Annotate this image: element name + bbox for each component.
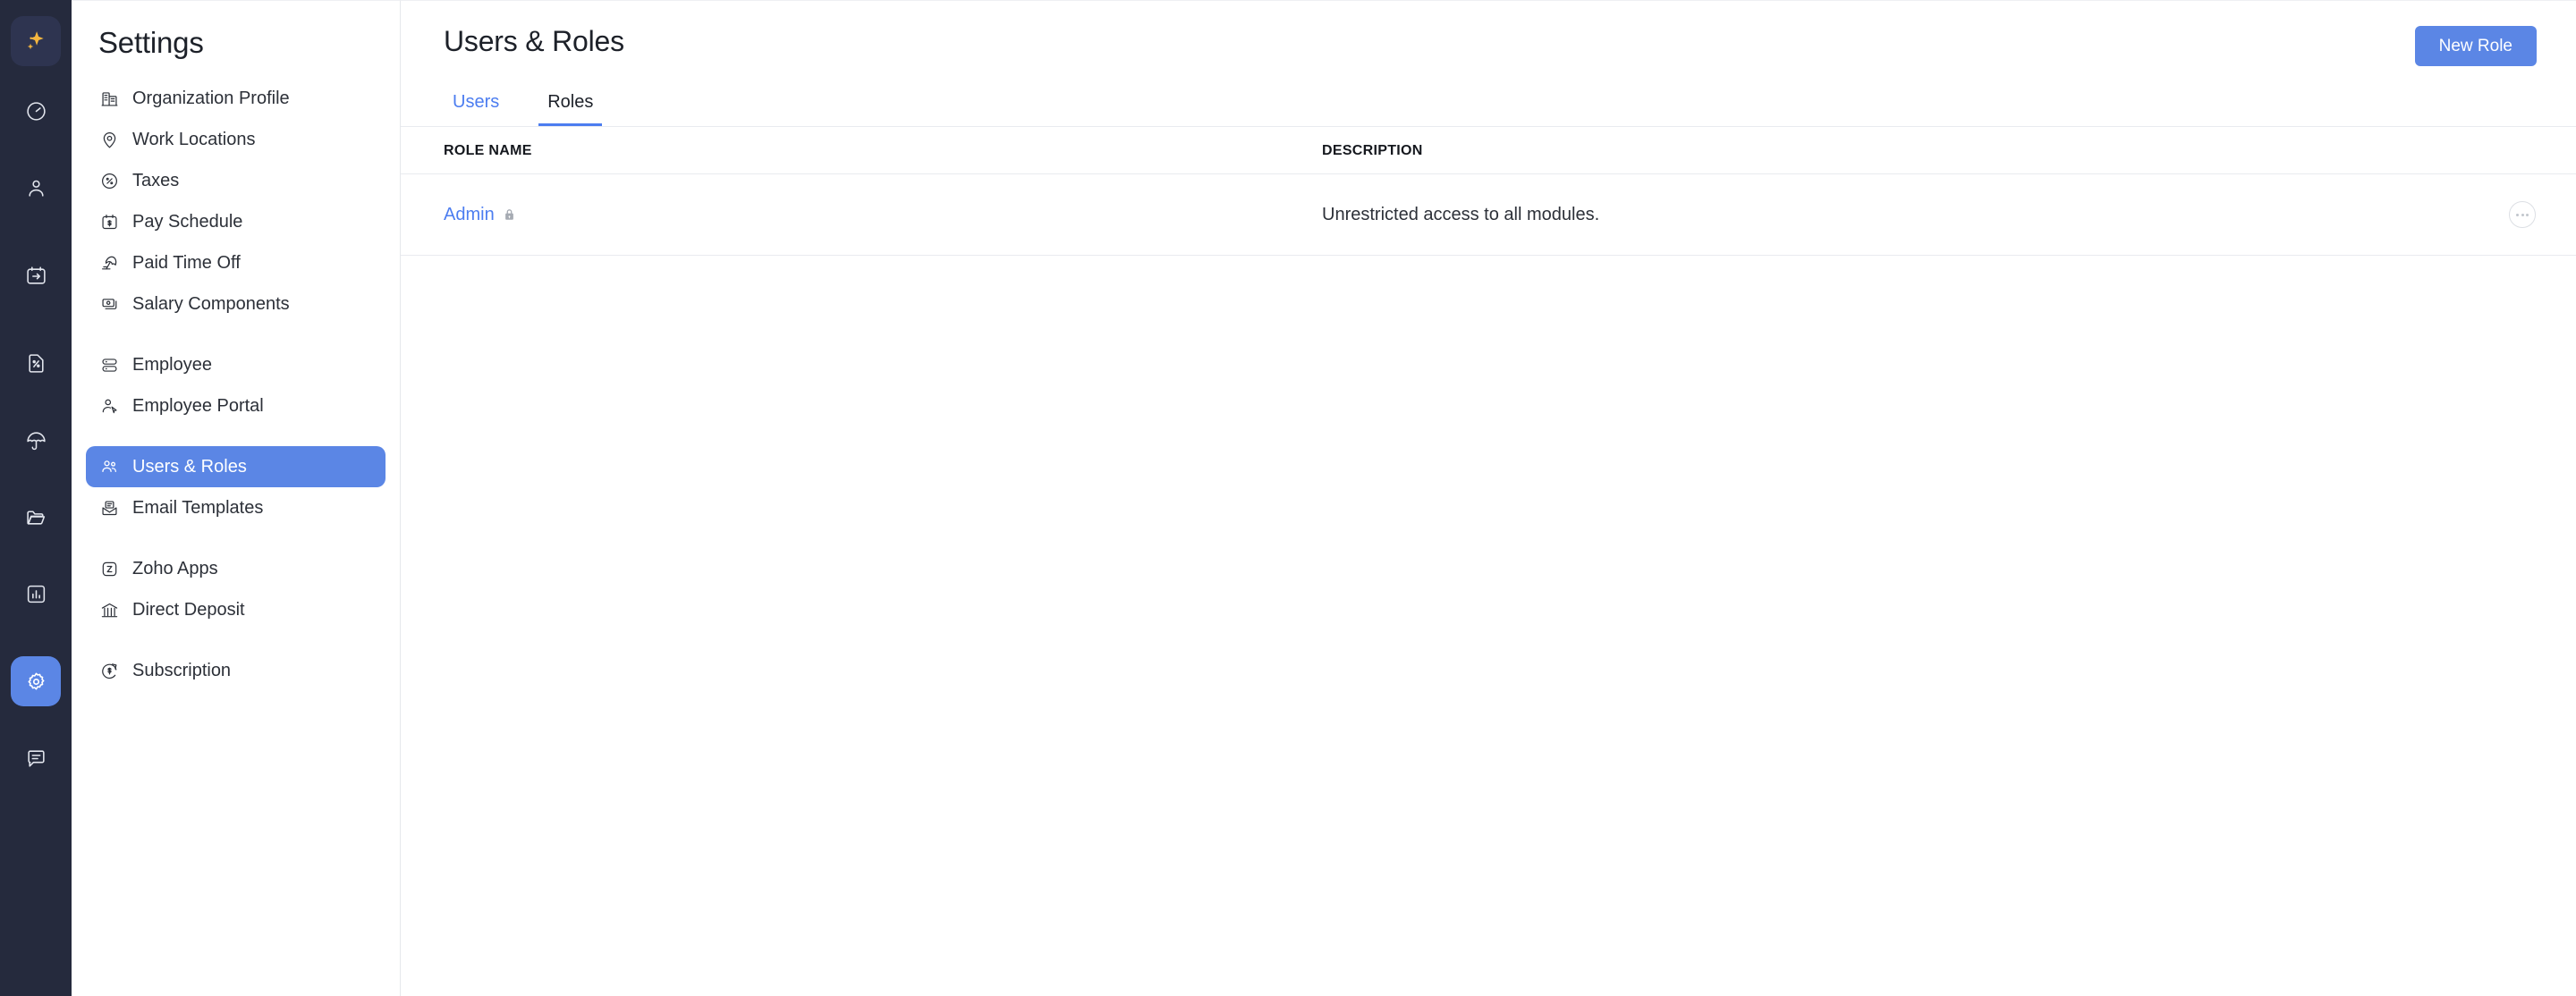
sidebar-item-paid-time-off[interactable]: Paid Time Off — [86, 242, 386, 283]
primary-icon-rail — [0, 0, 72, 996]
column-header-actions — [2469, 127, 2576, 174]
sidebar-item-label: Zoho Apps — [132, 559, 218, 578]
dashboard-gauge-icon — [25, 100, 47, 122]
lock-icon — [503, 208, 516, 222]
rail-item-dashboard[interactable] — [11, 86, 61, 136]
settings-sidebar: Settings Organization Profile Work Locat… — [72, 0, 401, 996]
sidebar-item-label: Subscription — [132, 661, 232, 680]
folder-icon — [25, 506, 47, 528]
settings-nav-group: Employee Employee Portal — [72, 344, 400, 426]
sidebar-item-employee[interactable]: Employee — [86, 344, 386, 385]
chat-bubble-icon — [25, 747, 47, 770]
email-icon — [98, 497, 120, 519]
sidebar-item-label: Taxes — [132, 171, 180, 190]
person-cursor-icon — [98, 395, 120, 417]
sidebar-item-pay-schedule[interactable]: Pay Schedule — [86, 201, 386, 242]
rail-item-ai-assistant[interactable] — [11, 16, 61, 66]
column-header-role-name: ROLE NAME — [401, 127, 1322, 174]
sidebar-item-label: Users & Roles — [132, 457, 247, 477]
page-header: Users & Roles New Role — [401, 1, 2576, 66]
sidebar-item-label: Work Locations — [132, 130, 256, 149]
app-root: Settings Organization Profile Work Locat… — [0, 0, 2576, 996]
sidebar-item-subscription[interactable]: Subscription — [86, 650, 386, 691]
sidebar-item-label: Paid Time Off — [132, 253, 241, 273]
gear-icon — [25, 671, 47, 693]
sidebar-item-email-templates[interactable]: Email Templates — [86, 487, 386, 528]
sidebar-item-taxes[interactable]: Taxes — [86, 160, 386, 201]
table-row: Admin Unrestricted access to all modules… — [401, 173, 2576, 256]
bank-icon — [98, 599, 120, 620]
zoho-icon — [98, 558, 120, 579]
cell-description: Unrestricted access to all modules. — [1322, 173, 2469, 256]
sidebar-item-salary-components[interactable]: Salary Components — [86, 283, 386, 325]
server-icon — [98, 354, 120, 376]
roles-table-container: ROLE NAME DESCRIPTION Admin Unrestricted… — [401, 127, 2576, 256]
percent-document-icon — [25, 352, 47, 375]
row-actions-wrapper — [2469, 201, 2576, 228]
settings-nav-group: Users & Roles Email Templates — [72, 446, 400, 528]
sidebar-item-users-roles[interactable]: Users & Roles — [86, 446, 386, 487]
sidebar-item-direct-deposit[interactable]: Direct Deposit — [86, 589, 386, 630]
rail-item-chat[interactable] — [11, 733, 61, 783]
ai-sparkle-icon — [24, 30, 47, 53]
role-name-wrapper: Admin — [444, 205, 1322, 225]
tab-users[interactable]: Users — [444, 88, 508, 126]
settings-nav-group: Subscription — [72, 650, 400, 691]
rail-item-taxes[interactable] — [11, 338, 61, 388]
sidebar-item-organization-profile[interactable]: Organization Profile — [86, 78, 386, 119]
rail-item-settings[interactable] — [11, 656, 61, 706]
rail-item-pay-runs[interactable] — [11, 250, 61, 300]
rail-item-documents[interactable] — [11, 492, 61, 542]
sidebar-item-label: Direct Deposit — [132, 600, 245, 620]
tab-roles[interactable]: Roles — [538, 88, 603, 126]
percent-circle-icon — [98, 170, 120, 191]
column-header-description: DESCRIPTION — [1322, 127, 2469, 174]
sidebar-item-label: Employee Portal — [132, 396, 264, 416]
sidebar-item-label: Organization Profile — [132, 89, 290, 108]
umbrella-icon — [25, 429, 47, 452]
sidebar-item-employee-portal[interactable]: Employee Portal — [86, 385, 386, 426]
settings-nav-group: Organization Profile Work Locations Taxe… — [72, 78, 400, 325]
cell-role-name: Admin — [401, 173, 1322, 256]
new-role-button[interactable]: New Role — [2414, 26, 2537, 66]
organization-icon — [98, 88, 120, 109]
table-body: Admin Unrestricted access to all modules… — [401, 173, 2576, 256]
roles-table: ROLE NAME DESCRIPTION Admin Unrestricted… — [401, 127, 2576, 256]
settings-title: Settings — [98, 26, 204, 59]
page-title: Users & Roles — [444, 25, 624, 57]
tab-bar: Users Roles — [401, 88, 2576, 127]
more-options-icon[interactable] — [2509, 201, 2536, 228]
role-name-link[interactable]: Admin — [444, 205, 495, 225]
rail-item-benefits[interactable] — [11, 415, 61, 465]
sidebar-item-label: Salary Components — [132, 294, 290, 314]
money-stack-icon — [98, 293, 120, 315]
rail-item-reports[interactable] — [11, 569, 61, 619]
cell-actions — [2469, 173, 2576, 256]
table-header-row: ROLE NAME DESCRIPTION — [401, 127, 2576, 174]
settings-nav-group: Zoho Apps Direct Deposit — [72, 548, 400, 630]
sidebar-item-work-locations[interactable]: Work Locations — [86, 119, 386, 160]
sidebar-item-label: Email Templates — [132, 498, 264, 518]
rail-item-employees[interactable] — [11, 163, 61, 213]
sidebar-item-label: Employee — [132, 355, 212, 375]
main-content: Users & Roles New Role Users Roles ROLE … — [401, 0, 2576, 996]
beach-umbrella-icon — [98, 252, 120, 274]
users-icon — [98, 456, 120, 477]
calendar-arrow-icon — [25, 265, 47, 287]
location-pin-icon — [98, 129, 120, 150]
sidebar-item-label: Pay Schedule — [132, 212, 243, 232]
sidebar-item-zoho-apps[interactable]: Zoho Apps — [86, 548, 386, 589]
person-icon — [25, 177, 47, 199]
calendar-dollar-icon — [98, 211, 120, 232]
refresh-dollar-icon — [98, 660, 120, 681]
bar-chart-icon — [25, 583, 47, 605]
table-head: ROLE NAME DESCRIPTION — [401, 127, 2576, 174]
